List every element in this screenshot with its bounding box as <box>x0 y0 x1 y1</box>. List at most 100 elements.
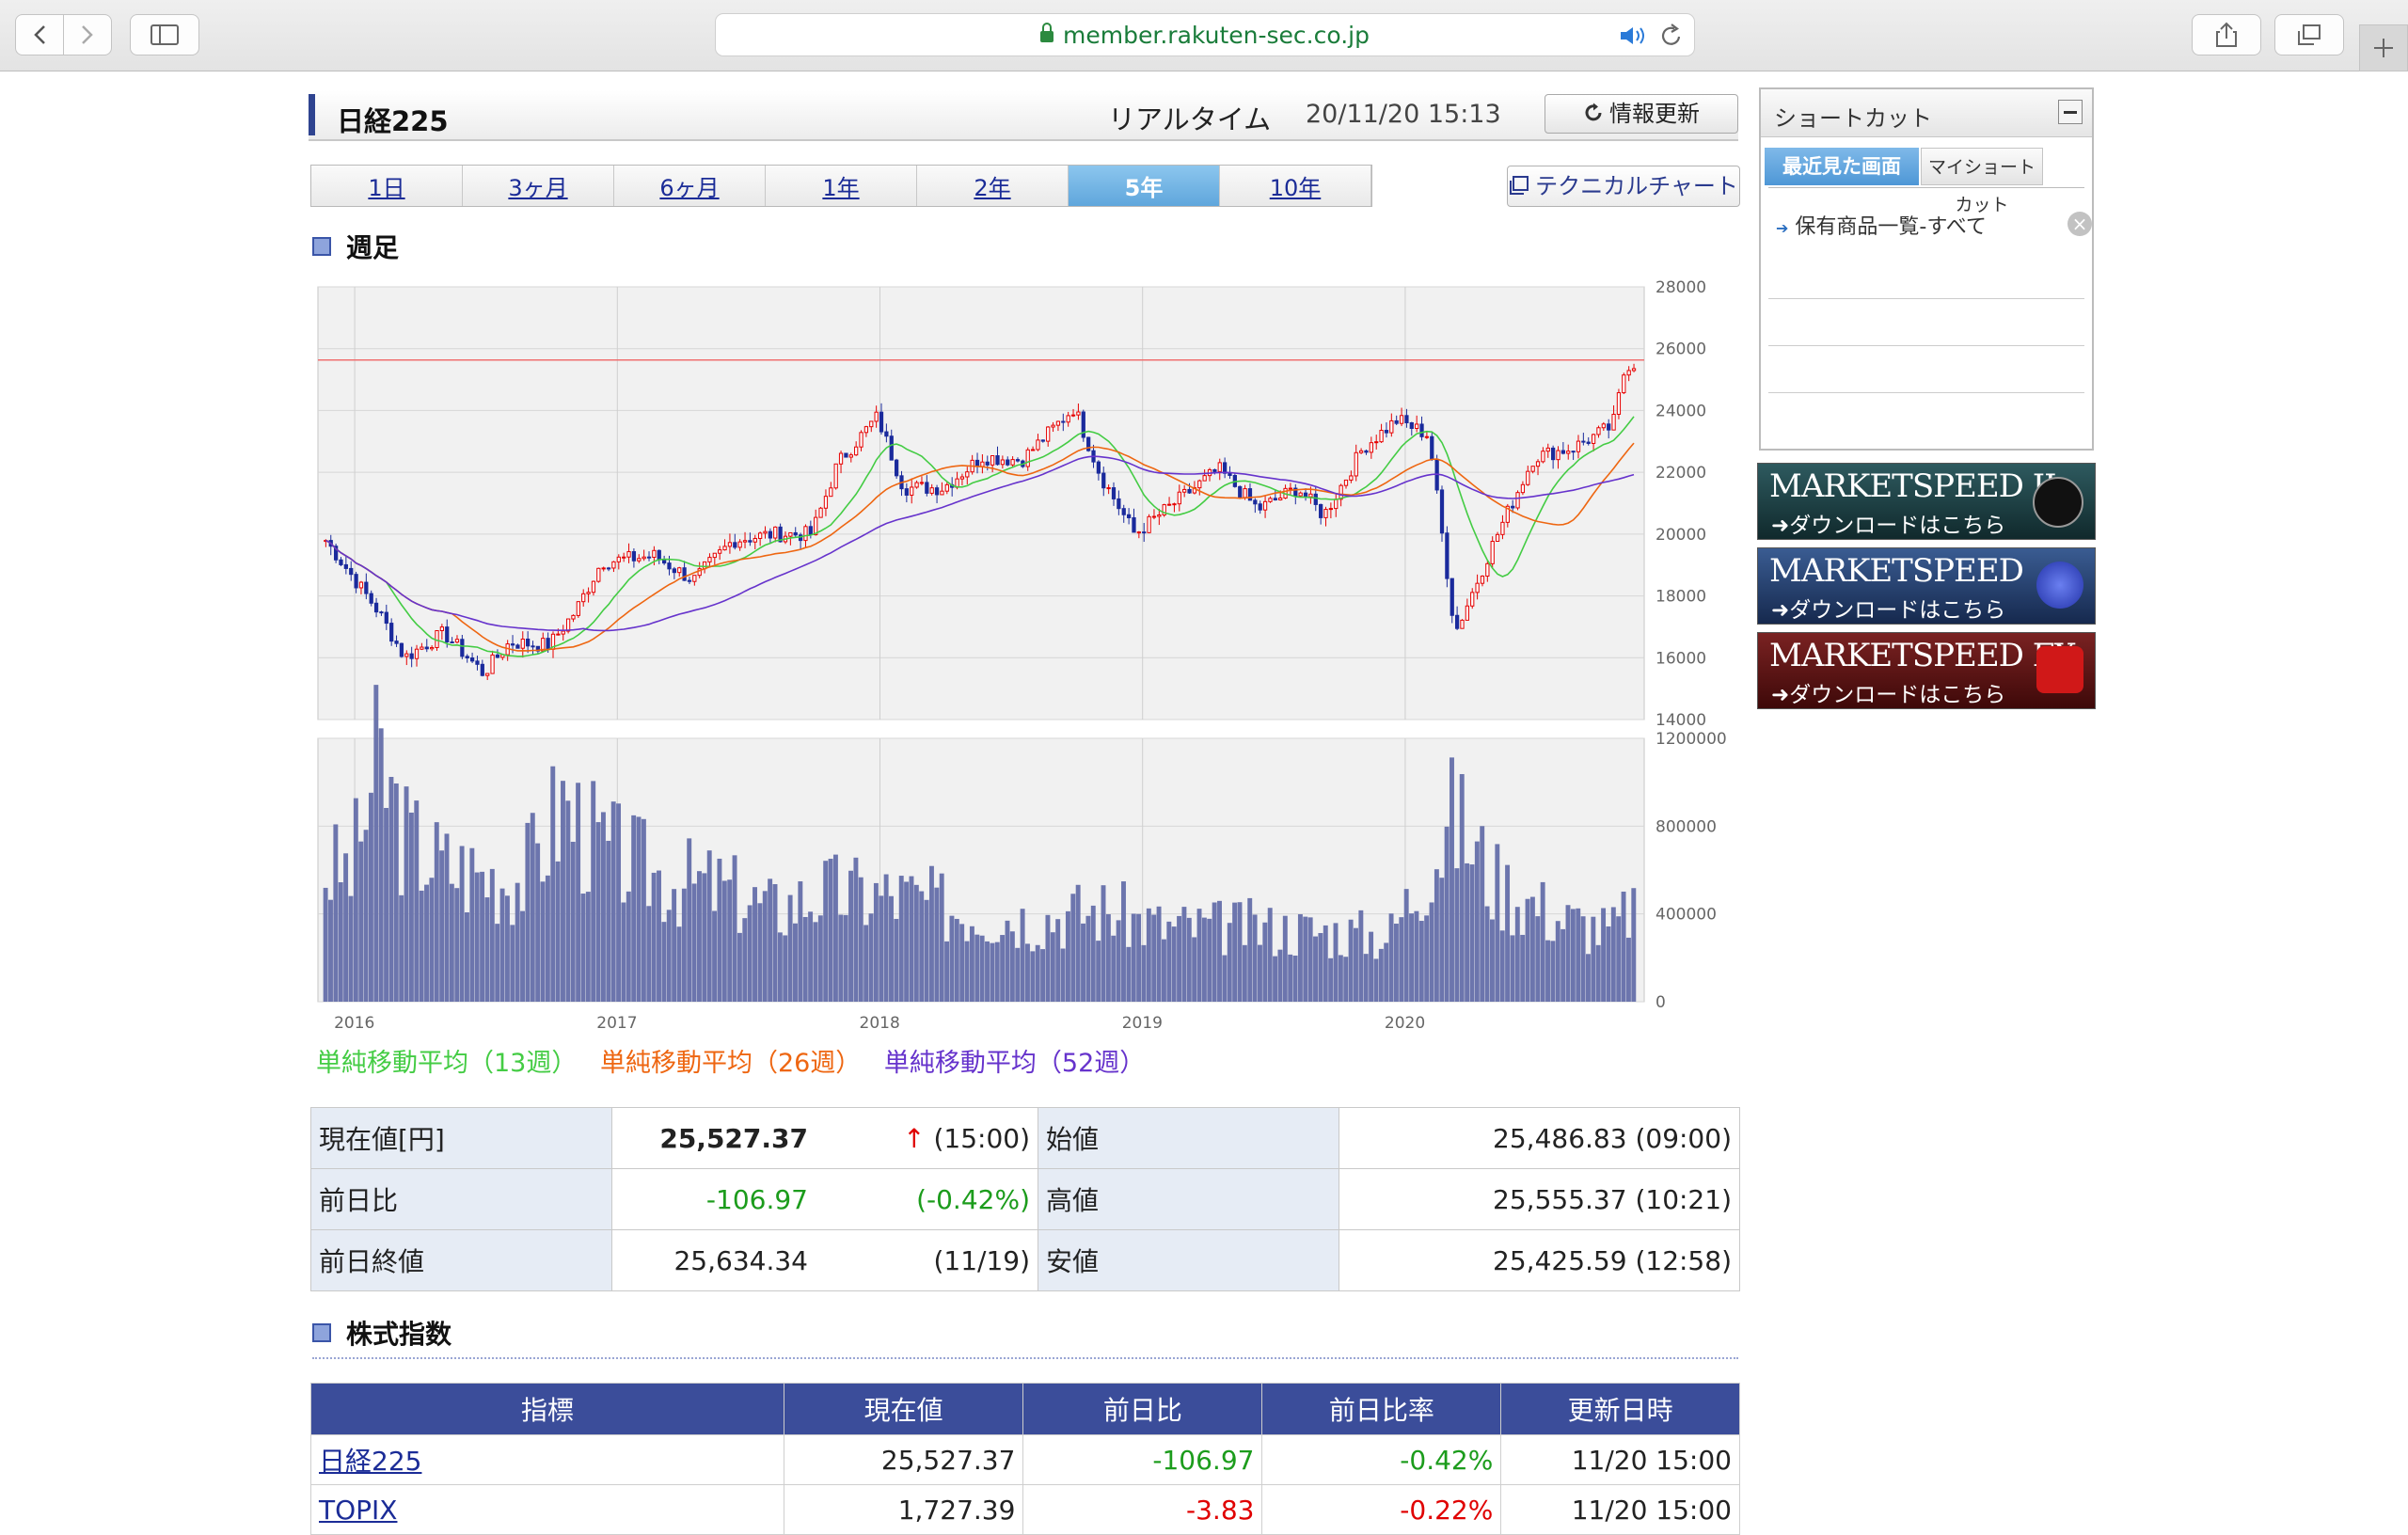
tab-period[interactable]: 10年 <box>1220 166 1371 206</box>
candle-body <box>763 530 768 534</box>
volume-bar <box>1409 913 1415 1002</box>
window-icon <box>1510 176 1529 195</box>
candle-body <box>561 630 565 635</box>
volume-bar <box>813 922 818 1002</box>
marketspeed-fx-banner[interactable]: MARKETSPEED FX ➜ダウンロードはこちら <box>1757 632 2096 709</box>
divider <box>1768 187 2084 188</box>
candle-body <box>733 542 737 548</box>
minimize-icon[interactable] <box>2058 100 2083 124</box>
tab-period[interactable]: 6ヶ月 <box>614 166 766 206</box>
tab-period[interactable]: 3ヶ月 <box>463 166 614 206</box>
volume-bar <box>817 915 823 1002</box>
volume-bar <box>1237 902 1243 1002</box>
refresh-label: 情報更新 <box>1609 101 1700 127</box>
candle-body <box>343 563 348 569</box>
refresh-button[interactable]: 情報更新 <box>1545 94 1738 134</box>
volume-bar <box>399 894 404 1002</box>
candle-body <box>1490 541 1495 564</box>
volume-bar <box>454 888 460 1002</box>
tab-period[interactable]: 1日 <box>311 166 463 206</box>
back-button[interactable] <box>15 14 64 55</box>
volume-bar <box>323 887 328 1002</box>
candle-body <box>1591 434 1596 444</box>
shortcut-item[interactable]: ➔ 保有商品一覧-すべて <box>1776 210 1987 240</box>
volume-bar <box>1242 944 1247 1002</box>
price-label: 現在値[円] <box>310 1107 612 1169</box>
volume-bar <box>721 880 727 1002</box>
share-icon <box>2216 22 2237 47</box>
volume-bar <box>1105 914 1111 1002</box>
volume-bar <box>1560 928 1566 1002</box>
candle-body <box>1328 508 1334 511</box>
volume-bar <box>600 812 606 1002</box>
new-tab-button[interactable] <box>2359 24 2408 71</box>
tab-period[interactable]: 5年 <box>1069 166 1220 206</box>
sidebar-toggle-button[interactable] <box>130 14 199 55</box>
candle-body <box>748 540 752 543</box>
tabs-overview-button[interactable] <box>2274 14 2344 55</box>
index-name-link[interactable]: TOPIX <box>310 1484 784 1535</box>
candle-body <box>1177 491 1181 505</box>
candle-body <box>445 626 450 643</box>
volume-bar <box>530 813 535 1002</box>
candle-body <box>596 567 601 582</box>
index-link[interactable]: TOPIX <box>319 1495 397 1526</box>
volume-bar <box>737 932 742 1002</box>
marketspeed-banner[interactable]: MARKETSPEED ➜ダウンロードはこちら <box>1757 547 2096 625</box>
candle-body <box>1136 531 1141 534</box>
candle-body <box>848 454 853 458</box>
candle-body <box>682 567 687 581</box>
candle-body <box>1394 419 1399 424</box>
volume-bar <box>712 910 718 1002</box>
tab-my-shortcut[interactable]: マイショートカット <box>1921 148 2043 215</box>
candle-body <box>844 452 848 458</box>
forward-button[interactable] <box>63 14 112 55</box>
index-price: 25,527.37 <box>783 1434 1024 1485</box>
technical-chart-button[interactable]: テクニカルチャート <box>1507 166 1740 207</box>
candle-body <box>622 556 626 559</box>
volume-bar <box>368 792 373 1002</box>
candle-body <box>1399 415 1404 424</box>
volume-bar <box>414 800 420 1002</box>
table-row: TOPIX 1,727.39 -3.83 -0.22% 11/20 15:00 <box>310 1484 1740 1535</box>
candle-body <box>1313 493 1318 505</box>
close-icon[interactable]: × <box>2067 212 2092 236</box>
volume-bar <box>388 776 394 1002</box>
candle-body <box>914 482 919 488</box>
candle-body <box>1273 498 1277 501</box>
candle-body <box>601 567 606 570</box>
volume-bar <box>1247 897 1253 1002</box>
index-link[interactable]: 日経225 <box>319 1446 421 1477</box>
volume-bar <box>434 822 439 1002</box>
tab-period[interactable]: 2年 <box>917 166 1069 206</box>
candle-body <box>692 575 697 582</box>
address-bar[interactable]: member.rakuten-sec.co.jp <box>715 13 1695 56</box>
weekly-price-chart: 14000 16000 18000 20000 22000 24000 26000 28000… <box>317 278 1727 1033</box>
volume-bar <box>1505 864 1511 1002</box>
volume-bar <box>889 895 894 1002</box>
candle-body <box>1303 492 1308 498</box>
candle-body <box>798 534 803 542</box>
volume-bar <box>783 935 788 1002</box>
index-name-link[interactable]: 日経225 <box>310 1434 784 1485</box>
candle-body <box>894 459 899 477</box>
candle-body <box>430 646 435 650</box>
tab-recent[interactable]: 最近見た画面 <box>1765 148 1919 185</box>
candle-body <box>1182 488 1187 493</box>
volume-bar <box>832 854 838 1002</box>
volume-bar <box>1050 932 1055 1002</box>
speaker-icon[interactable] <box>1619 25 1649 46</box>
volume-bar <box>1090 905 1096 1002</box>
marketspeed2-banner[interactable]: MARKETSPEED II ➜ダウンロードはこちら <box>1757 463 2096 540</box>
candle-body <box>1111 487 1117 499</box>
volume-bar <box>1459 774 1465 1002</box>
share-button[interactable] <box>2192 14 2261 55</box>
tab-period[interactable]: 1年 <box>766 166 917 206</box>
reload-icon[interactable] <box>1660 24 1683 48</box>
volume-bar <box>762 891 768 1002</box>
volume-bar <box>1207 918 1212 1002</box>
low-label: 安値 <box>1038 1229 1339 1291</box>
candle-body <box>803 526 808 542</box>
volume-bar <box>1606 926 1611 1002</box>
volume-bar <box>610 801 616 1002</box>
